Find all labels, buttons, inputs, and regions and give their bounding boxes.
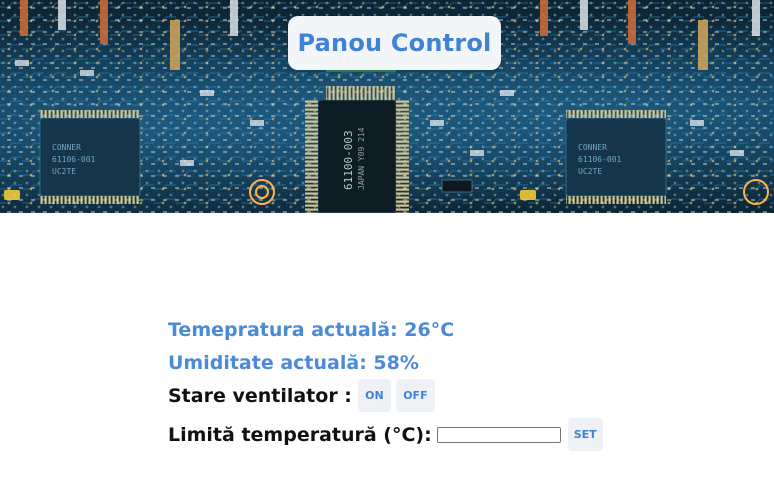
svg-text:CONNER: CONNER xyxy=(578,143,607,152)
temperature-limit-label: Limită temperatură (°C): xyxy=(168,423,432,446)
title-card: Panou Control xyxy=(288,16,501,70)
page-title: Panou Control xyxy=(297,29,492,57)
temperature-row: Temepratura actuală: 26°C xyxy=(168,313,728,346)
fan-off-button[interactable]: OFF xyxy=(395,379,435,412)
humidity-reading: Umiditate actuală: 58% xyxy=(168,351,419,374)
humidity-row: Umiditate actuală: 58% xyxy=(168,346,728,379)
fan-label: Stare ventilator : xyxy=(168,384,352,407)
set-limit-button[interactable]: SET xyxy=(567,418,603,451)
svg-text:UC2TE: UC2TE xyxy=(578,167,602,176)
fan-on-button[interactable]: ON xyxy=(357,379,391,412)
temperature-reading: Temepratura actuală: 26°C xyxy=(168,318,455,341)
svg-text:61106-001: 61106-001 xyxy=(578,155,622,164)
control-panel: Temepratura actuală: 26°C Umiditate actu… xyxy=(168,313,728,451)
circuit-board-banner: CONNER 61106-001 UC2TE CONNER 61106-001 … xyxy=(0,0,774,213)
svg-text:CONNER: CONNER xyxy=(52,143,81,152)
temperature-limit-input[interactable] xyxy=(436,426,561,443)
fan-row: Stare ventilator : ON OFF xyxy=(168,379,728,412)
svg-text:JAPAN Y09 214: JAPAN Y09 214 xyxy=(357,127,366,190)
svg-text:61106-001: 61106-001 xyxy=(52,155,96,164)
svg-text:61100-003: 61100-003 xyxy=(342,130,355,190)
temperature-limit-row: Limită temperatură (°C): SET xyxy=(168,418,728,451)
svg-text:UC2TE: UC2TE xyxy=(52,167,76,176)
